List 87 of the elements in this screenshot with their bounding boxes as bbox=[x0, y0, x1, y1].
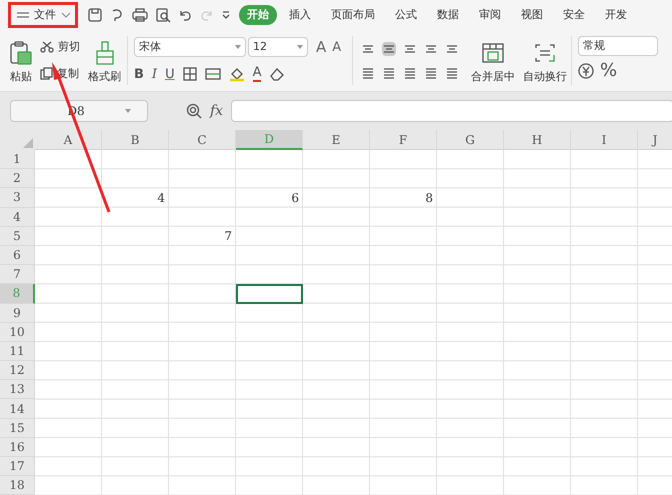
row-header[interactable]: 14 bbox=[0, 399, 35, 419]
copy-icon[interactable] bbox=[40, 67, 53, 80]
percent-button[interactable]: % bbox=[600, 62, 618, 80]
column-header[interactable]: E bbox=[303, 130, 370, 150]
row-header[interactable]: 18 bbox=[0, 476, 35, 495]
row-header[interactable]: 6 bbox=[0, 246, 35, 266]
save-icon[interactable] bbox=[88, 8, 102, 22]
distribute-icon[interactable] bbox=[445, 66, 459, 80]
table-cell-text: 8 bbox=[424, 190, 434, 207]
column-header[interactable]: F bbox=[370, 130, 437, 150]
caret-icon[interactable] bbox=[124, 109, 131, 113]
merge-cells-icon[interactable] bbox=[482, 42, 504, 62]
row-header[interactable]: 11 bbox=[0, 342, 35, 362]
number-format-dropdown[interactable]: 常规 bbox=[578, 36, 658, 56]
align-left-icon[interactable] bbox=[361, 66, 375, 80]
cut-button[interactable]: 剪切 bbox=[40, 39, 80, 56]
menu-tab[interactable]: 视图 bbox=[513, 5, 551, 25]
eraser-icon[interactable] bbox=[269, 67, 286, 82]
print-preview-icon[interactable] bbox=[156, 8, 171, 22]
bold-button[interactable]: B bbox=[134, 64, 144, 84]
row-header[interactable]: 9 bbox=[0, 304, 35, 323]
caret-icon[interactable] bbox=[297, 45, 303, 50]
row-header[interactable]: 3 bbox=[0, 188, 35, 208]
font-color-button[interactable]: A bbox=[252, 66, 262, 82]
table-cell-text: 6 bbox=[290, 190, 300, 207]
brush-icon bbox=[94, 40, 114, 64]
column-header[interactable]: H bbox=[504, 130, 571, 150]
row-header[interactable]: 7 bbox=[0, 265, 35, 284]
print-icon[interactable] bbox=[132, 8, 148, 22]
row-header[interactable]: 17 bbox=[0, 457, 35, 476]
dropdown-icon[interactable] bbox=[221, 10, 231, 20]
zoom-function-icon[interactable] bbox=[186, 103, 202, 119]
formula-label: fx bbox=[210, 102, 224, 120]
shrink-font-button[interactable]: A bbox=[332, 38, 342, 57]
row-header[interactable]: 12 bbox=[0, 361, 35, 380]
paste-button[interactable]: 粘贴 bbox=[10, 30, 32, 91]
row-header[interactable]: 15 bbox=[0, 418, 35, 438]
menu-icon bbox=[16, 11, 29, 19]
row-header[interactable]: 5 bbox=[0, 226, 35, 246]
column-header[interactable]: G bbox=[437, 130, 504, 150]
caret-icon bbox=[60, 12, 70, 18]
hook-icon[interactable] bbox=[110, 8, 124, 22]
menu-tab[interactable]: 页面布局 bbox=[323, 5, 383, 25]
italic-button[interactable]: I bbox=[152, 64, 158, 84]
wrap-text-button[interactable]: 自动换行 bbox=[523, 42, 567, 85]
menu-tab[interactable]: 公式 bbox=[387, 5, 425, 25]
table-cell-text: 7 bbox=[223, 228, 233, 246]
file-menu[interactable]: 文件 bbox=[8, 2, 78, 28]
underline-button[interactable]: U bbox=[165, 64, 175, 84]
menu-tab[interactable]: 数据 bbox=[429, 5, 467, 25]
wrap-text-icon[interactable] bbox=[534, 42, 556, 62]
font-name-dropdown[interactable]: 宋体 bbox=[134, 37, 246, 58]
column-header[interactable]: I bbox=[571, 130, 638, 150]
undo-icon[interactable] bbox=[179, 9, 192, 21]
caret-icon[interactable] bbox=[235, 45, 241, 50]
cell-style-icon[interactable] bbox=[204, 67, 221, 82]
column-header[interactable]: C bbox=[169, 130, 236, 150]
fill-color-icon[interactable] bbox=[228, 66, 245, 82]
row-header[interactable]: 1 bbox=[0, 150, 35, 170]
grow-font-button[interactable]: A bbox=[316, 36, 326, 58]
menu-tab[interactable]: 审阅 bbox=[471, 5, 509, 25]
merge-center-button[interactable]: 合并居中 bbox=[471, 42, 515, 85]
format-painter-button[interactable]: 格式刷 bbox=[88, 30, 121, 91]
menu-tab[interactable]: 插入 bbox=[281, 5, 319, 25]
column-header[interactable]: B bbox=[102, 130, 169, 150]
font-size-dropdown[interactable]: 12 bbox=[248, 37, 308, 58]
menu-tab[interactable]: 开始 bbox=[239, 5, 277, 25]
align-middle-icon[interactable] bbox=[382, 42, 396, 56]
selected-cell[interactable] bbox=[236, 284, 303, 304]
menu-tab[interactable]: 开发 bbox=[597, 5, 635, 25]
row-header[interactable]: 2 bbox=[0, 169, 35, 188]
menu-tab[interactable]: 安全 bbox=[555, 5, 593, 25]
row-header[interactable]: 10 bbox=[0, 322, 35, 342]
table-cell-text: 4 bbox=[156, 190, 166, 207]
column-header[interactable]: J bbox=[638, 130, 672, 150]
currency-icon[interactable] bbox=[578, 63, 594, 79]
row-header[interactable]: 16 bbox=[0, 438, 35, 457]
formula-input[interactable] bbox=[231, 100, 672, 122]
row-header[interactable]: 4 bbox=[0, 208, 35, 227]
borders-icon[interactable] bbox=[182, 67, 197, 82]
align-center-icon[interactable] bbox=[382, 66, 396, 80]
scissors-icon[interactable] bbox=[40, 41, 54, 54]
row-header[interactable]: 13 bbox=[0, 380, 35, 400]
column-header[interactable]: A bbox=[35, 130, 102, 150]
justify-icon[interactable] bbox=[424, 66, 438, 80]
clipboard-icon bbox=[10, 40, 32, 64]
align-right-icon[interactable] bbox=[403, 66, 417, 80]
